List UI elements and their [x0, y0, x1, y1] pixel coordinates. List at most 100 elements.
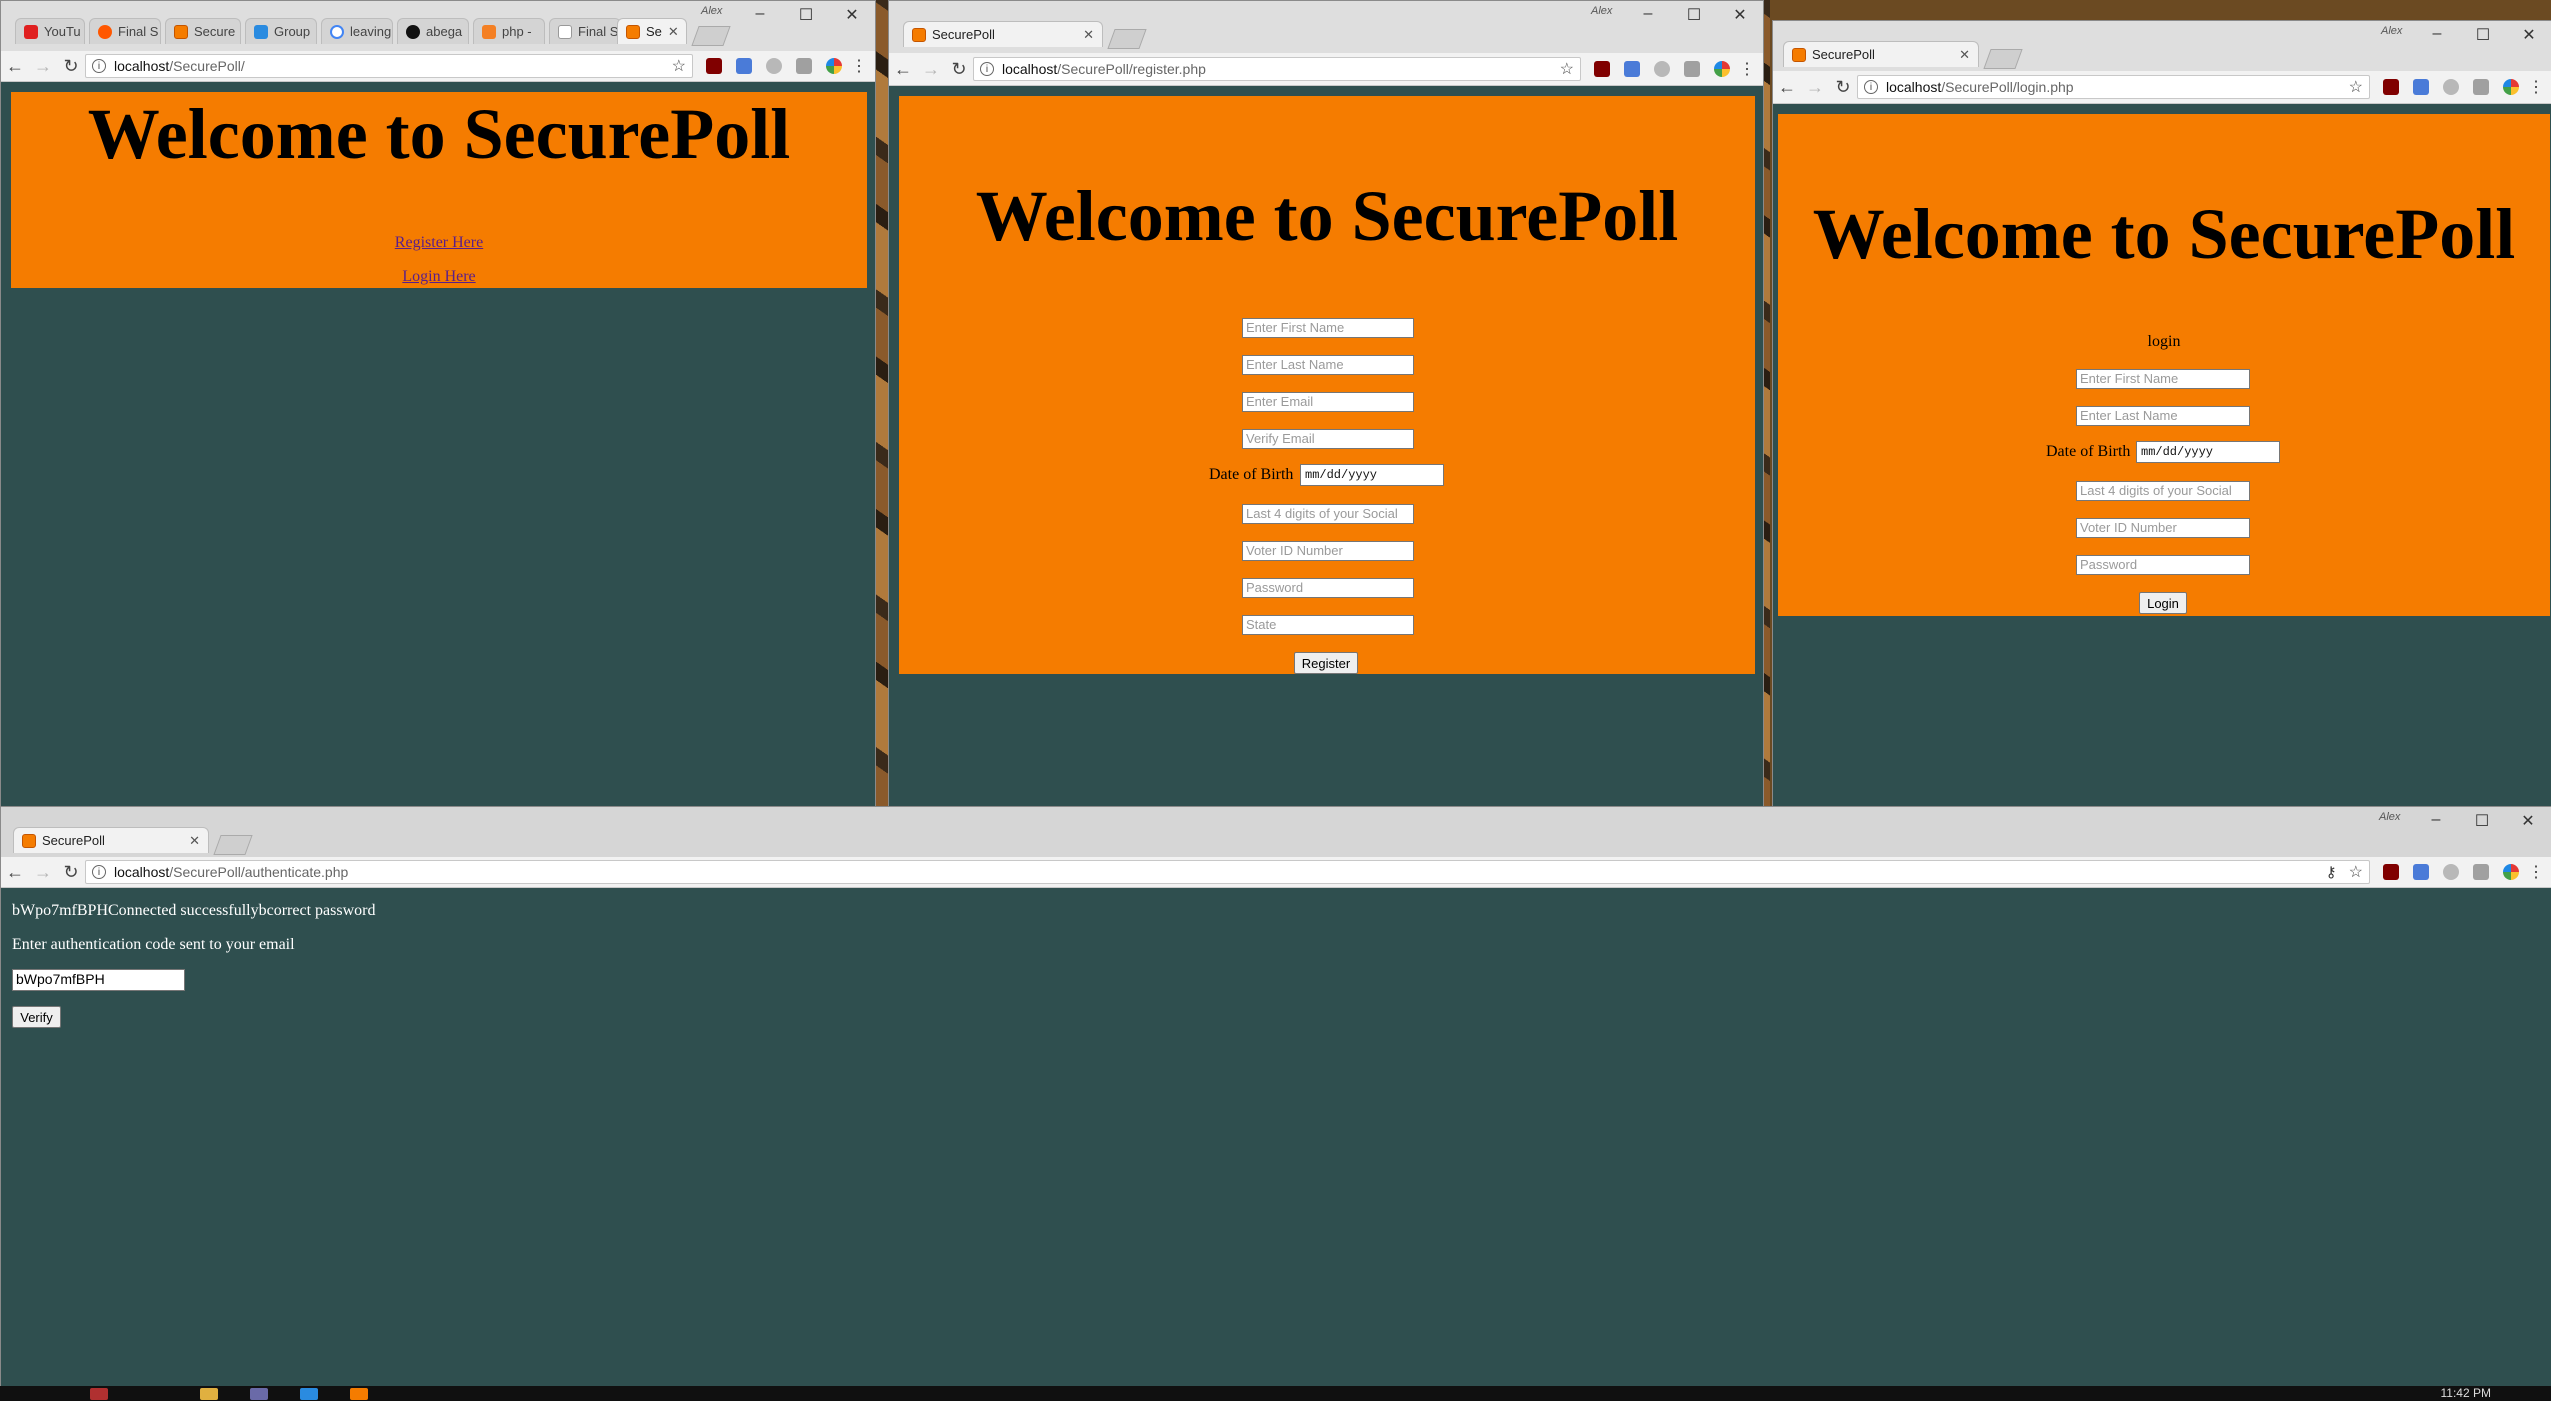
taskbar-clock[interactable]: 11:42 PM	[2441, 1386, 2491, 1400]
dob-input[interactable]: mm/dd/yyyy	[1300, 464, 1444, 486]
minimize-icon[interactable]: –	[737, 5, 783, 25]
extension-icon[interactable]	[1684, 61, 1700, 77]
maximize-icon[interactable]: ☐	[783, 5, 829, 25]
tab-leaving[interactable]: leaving	[321, 18, 393, 44]
tab-securepoll-active[interactable]: Se ✕	[617, 18, 687, 44]
close-icon[interactable]: ✕	[1717, 5, 1763, 25]
login-button[interactable]: Login	[2139, 592, 2187, 614]
address-bar[interactable]: i localhost/SecurePoll/login.php ☆	[1857, 75, 2370, 99]
login-link[interactable]: Login Here	[11, 268, 867, 286]
color-picker-icon[interactable]	[2503, 864, 2519, 880]
address-bar[interactable]: i localhost/SecurePoll/authenticate.php …	[85, 860, 2370, 884]
close-tab-icon[interactable]: ✕	[183, 833, 200, 849]
profile-name[interactable]: Alex	[701, 5, 722, 17]
reload-icon[interactable]: ↻	[57, 56, 85, 77]
address-bar[interactable]: i localhost/SecurePoll/ ☆	[85, 54, 693, 78]
tab-secure[interactable]: Secure	[165, 18, 241, 44]
tab-youtube[interactable]: YouTu	[15, 18, 85, 44]
dob-input[interactable]: mm/dd/yyyy	[2136, 441, 2280, 463]
back-icon[interactable]: ←	[1, 862, 29, 883]
profile-name[interactable]: Alex	[2379, 811, 2400, 823]
forward-icon[interactable]: →	[29, 56, 57, 77]
profile-name[interactable]: Alex	[2381, 25, 2402, 37]
tab-final-1[interactable]: Final S	[89, 18, 161, 44]
close-tab-icon[interactable]: ✕	[1953, 47, 1970, 63]
auth-code-input[interactable]: bWpo7mfBPH	[12, 969, 185, 991]
menu-kebab-icon[interactable]: ⋮	[849, 56, 869, 76]
voter-id-input[interactable]: Voter ID Number	[1242, 541, 1414, 561]
tab-final-2[interactable]: Final S	[549, 18, 621, 44]
profile-name[interactable]: Alex	[1591, 5, 1612, 17]
extension-icon[interactable]	[766, 58, 782, 74]
menu-kebab-icon[interactable]: ⋮	[2526, 862, 2546, 882]
tab-php[interactable]: php -	[473, 18, 545, 44]
translate-icon[interactable]	[736, 58, 752, 74]
bookmark-star-icon[interactable]: ☆	[672, 56, 686, 76]
ublock-icon[interactable]	[706, 58, 722, 74]
forward-icon[interactable]: →	[1801, 77, 1829, 98]
menu-kebab-icon[interactable]: ⋮	[1737, 59, 1757, 79]
forward-icon[interactable]: →	[29, 862, 57, 883]
reload-icon[interactable]: ↻	[1829, 77, 1857, 98]
new-tab-button[interactable]	[1983, 49, 2023, 69]
extension-icon[interactable]	[796, 58, 812, 74]
bookmark-star-icon[interactable]: ☆	[2349, 862, 2363, 882]
back-icon[interactable]: ←	[1773, 77, 1801, 98]
email-input[interactable]: Enter Email	[1242, 392, 1414, 412]
reload-icon[interactable]: ↻	[945, 59, 973, 80]
close-tab-icon[interactable]: ✕	[662, 24, 679, 40]
tab-securepoll[interactable]: SecurePoll ✕	[13, 827, 209, 853]
extension-icon[interactable]	[2443, 79, 2459, 95]
back-icon[interactable]: ←	[1, 56, 29, 77]
ublock-icon[interactable]	[1594, 61, 1610, 77]
maximize-icon[interactable]: ☐	[2459, 811, 2505, 831]
info-icon[interactable]: i	[92, 865, 106, 879]
ublock-icon[interactable]	[2383, 79, 2399, 95]
verify-button[interactable]: Verify	[12, 1006, 61, 1028]
close-icon[interactable]: ✕	[2506, 25, 2551, 45]
tab-securepoll[interactable]: SecurePoll ✕	[903, 21, 1103, 47]
close-tab-icon[interactable]: ✕	[1077, 27, 1094, 43]
password-input[interactable]: Password	[2076, 555, 2250, 575]
color-picker-icon[interactable]	[1714, 61, 1730, 77]
tab-securepoll[interactable]: SecurePoll ✕	[1783, 41, 1979, 67]
new-tab-button[interactable]	[691, 26, 731, 46]
last-name-input[interactable]: Enter Last Name	[1242, 355, 1414, 375]
new-tab-button[interactable]	[213, 835, 253, 855]
ssn-input[interactable]: Last 4 digits of your Social	[2076, 481, 2250, 501]
color-picker-icon[interactable]	[826, 58, 842, 74]
maximize-icon[interactable]: ☐	[1671, 5, 1717, 25]
taskbar-browser-icon[interactable]	[300, 1388, 318, 1400]
maximize-icon[interactable]: ☐	[2460, 25, 2506, 45]
close-icon[interactable]: ✕	[829, 5, 875, 25]
ssn-input[interactable]: Last 4 digits of your Social	[1242, 504, 1414, 524]
info-icon[interactable]: i	[92, 59, 106, 73]
new-tab-button[interactable]	[1107, 29, 1147, 49]
close-icon[interactable]: ✕	[2505, 811, 2551, 831]
minimize-icon[interactable]: –	[2413, 811, 2459, 831]
minimize-icon[interactable]: –	[2414, 25, 2460, 45]
last-name-input[interactable]: Enter Last Name	[2076, 406, 2250, 426]
translate-icon[interactable]	[2413, 79, 2429, 95]
tab-github[interactable]: abega	[397, 18, 469, 44]
register-link[interactable]: Register Here	[11, 234, 867, 252]
saved-password-key-icon[interactable]: ⚷	[2326, 863, 2337, 881]
minimize-icon[interactable]: –	[1625, 5, 1671, 25]
verify-email-input[interactable]: Verify Email	[1242, 429, 1414, 449]
extension-icon[interactable]	[2443, 864, 2459, 880]
info-icon[interactable]: i	[1864, 80, 1878, 94]
first-name-input[interactable]: Enter First Name	[1242, 318, 1414, 338]
translate-icon[interactable]	[1624, 61, 1640, 77]
voter-id-input[interactable]: Voter ID Number	[2076, 518, 2250, 538]
state-input[interactable]: State	[1242, 615, 1414, 635]
translate-icon[interactable]	[2413, 864, 2429, 880]
forward-icon[interactable]: →	[917, 59, 945, 80]
color-picker-icon[interactable]	[2503, 79, 2519, 95]
extension-icon[interactable]	[2473, 79, 2489, 95]
register-button[interactable]: Register	[1294, 652, 1358, 674]
back-icon[interactable]: ←	[889, 59, 917, 80]
taskbar-folder-icon[interactable]	[200, 1388, 218, 1400]
taskbar-app-icon[interactable]	[250, 1388, 268, 1400]
menu-kebab-icon[interactable]: ⋮	[2526, 77, 2546, 97]
bookmark-star-icon[interactable]: ☆	[1560, 59, 1574, 79]
